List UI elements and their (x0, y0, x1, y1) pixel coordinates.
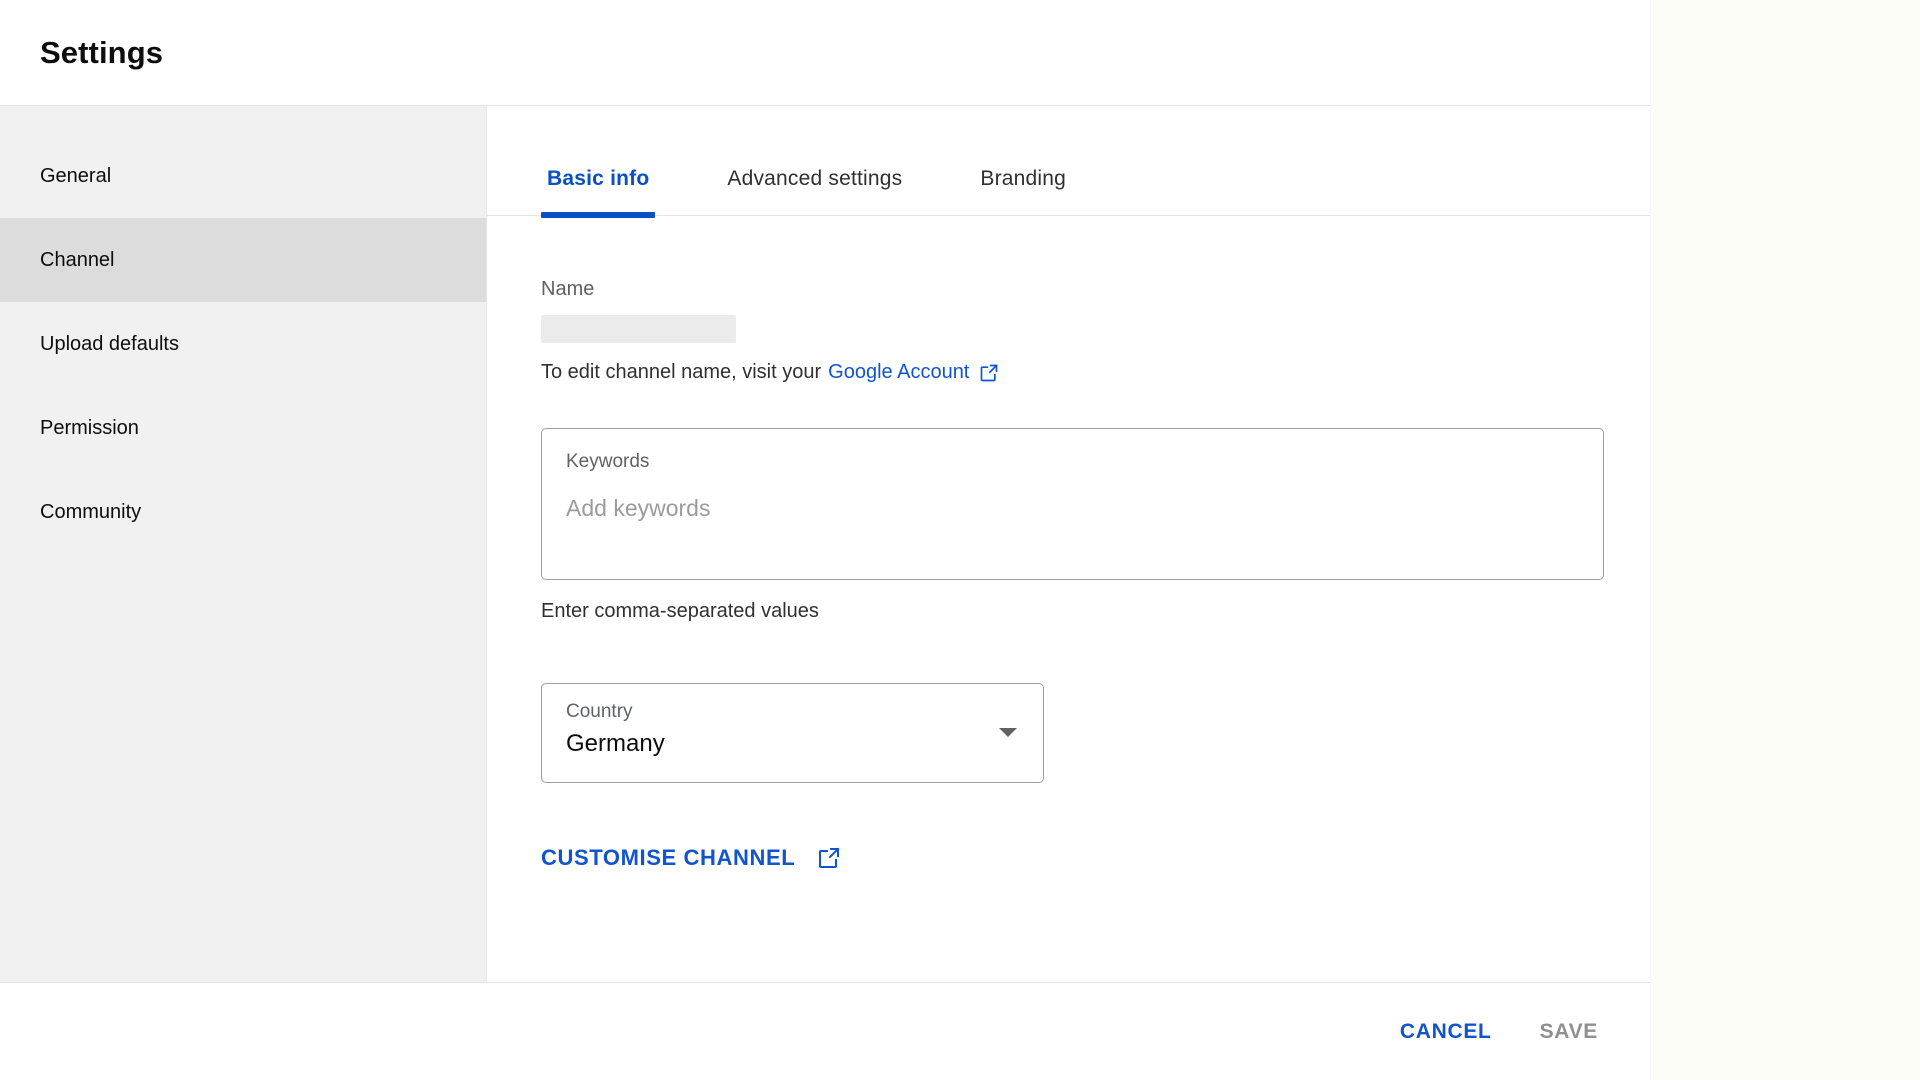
sidebar-item-label: Upload defaults (40, 332, 179, 355)
sidebar-item-channel[interactable]: Channel (0, 218, 486, 302)
dialog-header: Settings (0, 0, 1650, 106)
dialog-body: General Channel Upload defaults Permissi… (0, 106, 1650, 982)
country-select[interactable]: Country Germany (541, 683, 1044, 783)
tab-label: Advanced settings (727, 167, 903, 190)
external-link-icon[interactable] (817, 846, 841, 870)
sidebar-item-label: Channel (40, 248, 115, 271)
keywords-label: Keywords (566, 451, 650, 472)
save-button[interactable]: SAVE (1516, 1008, 1622, 1056)
name-label: Name (541, 278, 595, 300)
country-value: Germany (566, 730, 665, 757)
google-account-link[interactable]: Google Account (828, 361, 969, 384)
tab-basic-info[interactable]: Basic info (541, 167, 656, 218)
sidebar-item-upload-defaults[interactable]: Upload defaults (0, 302, 486, 386)
page-title: Settings (40, 34, 164, 70)
sidebar-item-label: Permission (40, 416, 139, 439)
country-label: Country (566, 701, 633, 722)
customise-channel-link[interactable]: CUSTOMISE CHANNEL (541, 845, 841, 871)
name-field-group: Name (541, 278, 1596, 343)
sidebar-item-label: Community (40, 500, 142, 523)
sidebar-item-permission[interactable]: Permission (0, 386, 486, 470)
tab-bar: Basic info Advanced settings Branding (487, 106, 1650, 218)
customise-channel-label: CUSTOMISE CHANNEL (541, 845, 796, 870)
tab-label: Branding (980, 167, 1067, 190)
name-value-redacted (541, 315, 736, 343)
keywords-input[interactable]: Add keywords (566, 495, 1579, 522)
tab-advanced-settings[interactable]: Advanced settings (721, 167, 908, 215)
sidebar-item-general[interactable]: General (0, 134, 486, 218)
basic-info-form: Name To edit channel name, visit your Go… (487, 216, 1650, 982)
settings-content: Basic info Advanced settings Branding Na… (487, 106, 1650, 982)
name-helper-label: To edit channel name, visit your (541, 361, 822, 383)
sidebar-item-label: General (40, 164, 112, 187)
external-link-icon[interactable] (979, 363, 999, 383)
chevron-down-icon[interactable] (999, 728, 1017, 737)
keywords-field[interactable]: Keywords Add keywords (541, 428, 1604, 580)
tab-label: Basic info (547, 167, 650, 190)
dialog-footer: CANCEL SAVE (0, 982, 1650, 1080)
settings-sidebar: General Channel Upload defaults Permissi… (0, 106, 487, 982)
settings-dialog: Settings General Channel Upload defaults… (0, 0, 1650, 1080)
sidebar-item-community[interactable]: Community (0, 470, 486, 554)
keywords-hint: Enter comma-separated values (541, 600, 819, 622)
name-helper-text: To edit channel name, visit your Google … (541, 361, 1596, 384)
tab-branding[interactable]: Branding (974, 167, 1072, 215)
cancel-button[interactable]: CANCEL (1376, 1008, 1516, 1056)
